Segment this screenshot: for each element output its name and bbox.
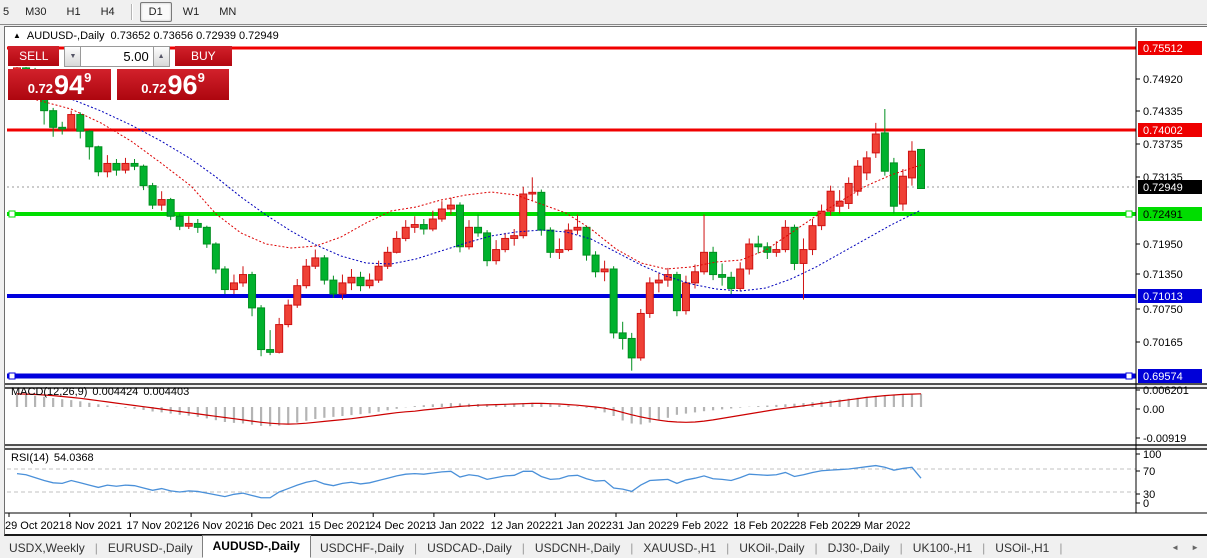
timeframe-button-h1[interactable]: H1 [58, 2, 90, 22]
sell-price-big: 94 [54, 72, 84, 99]
spin-down-icon: ▼ [69, 53, 76, 60]
date-tick-label: 26 Nov 2021 [187, 520, 249, 532]
price-badge-label: 0.72949 [1143, 182, 1183, 194]
symbol-tab-ukoil-[interactable]: UKOil-,Daily [730, 539, 813, 557]
axis-tick-label: 0.006201 [1143, 385, 1189, 397]
timeframe-button-w1[interactable]: W1 [174, 2, 209, 22]
date-tick-label: 12 Jan 2022 [491, 520, 552, 532]
volume-decrease-button[interactable]: ▼ [64, 46, 81, 67]
axis-tick-label: 0.70750 [1143, 304, 1183, 316]
symbol-tab-usdx[interactable]: USDX,Weekly [0, 539, 94, 557]
buy-price-button[interactable]: 0.72 96 9 [117, 69, 229, 100]
buy-price-big: 96 [168, 72, 198, 99]
chart-ohlc-values: 0.73652 0.73656 0.72939 0.72949 [111, 30, 279, 42]
date-tick-label: 21 Jan 2022 [551, 520, 612, 532]
axis-tick-label: 0.74920 [1143, 74, 1183, 86]
collapse-panel-icon[interactable]: ▲ [13, 31, 21, 41]
buy-button[interactable]: BUY [175, 46, 232, 67]
one-click-trading-panel: SELL ▼ 5.00 ▲ BUY 0.72 94 9 0.72 96 9 [8, 46, 232, 100]
symbol-tab-usoil-[interactable]: USOil-,H1 [986, 539, 1058, 557]
date-tick-label: 29 Oct 2021 [5, 520, 65, 532]
volume-input[interactable]: 5.00 [81, 46, 152, 67]
date-tick-label: 15 Dec 2021 [309, 520, 371, 532]
chart-symbol-label: AUDUSD-,Daily [27, 30, 105, 42]
macd-value-main: 0.004424 [92, 386, 138, 398]
symbol-tab-eurusd-[interactable]: EURUSD-,Daily [99, 539, 202, 557]
price-badge-label: 0.72491 [1143, 209, 1183, 221]
axis-tick-label: 70 [1143, 466, 1155, 478]
axis-tick-label: 0.71950 [1143, 239, 1183, 251]
buy-price-sup: 9 [198, 70, 205, 85]
chart-window: 0.749200.743350.737350.731350.719500.713… [4, 26, 1207, 536]
scroll-right-icon[interactable]: ► [1191, 543, 1199, 552]
candles-layer [14, 64, 925, 371]
rsi-pane [7, 466, 1136, 498]
symbol-tab-usdcnh-[interactable]: USDCNH-,Daily [526, 539, 629, 557]
macd-pane [17, 394, 921, 426]
axis-tick-label: 0 [1143, 498, 1149, 510]
sell-button[interactable]: SELL [8, 46, 59, 67]
rsi-indicator-label: RSI(14) 54.0368 [11, 452, 94, 464]
timeframe-button-h4[interactable]: H4 [92, 2, 124, 22]
date-tick-label: 17 Nov 2021 [126, 520, 188, 532]
trading-platform-window: { "toolbar": { "timeframes": [ {"label":… [0, 0, 1207, 558]
axis-tick-label: -0.00919 [1143, 433, 1186, 445]
symbol-tab-uk100-[interactable]: UK100-,H1 [904, 539, 981, 557]
axis-tick-label: 0.73735 [1143, 139, 1183, 151]
date-tick-label: 31 Jan 2022 [612, 520, 673, 532]
rsi-value: 54.0368 [54, 452, 94, 464]
date-tick-label: 3 Jan 2022 [430, 520, 484, 532]
symbol-tab-dj30-[interactable]: DJ30-,Daily [819, 539, 899, 557]
macd-indicator-label: MACD(12,26,9) 0.004424 0.004403 [11, 386, 189, 398]
symbol-tab-usdchf-[interactable]: USDCHF-,Daily [311, 539, 413, 557]
volume-increase-button[interactable]: ▲ [153, 46, 170, 67]
axis-tick-label: 0.71350 [1143, 269, 1183, 281]
axis-tick-label: 0.70165 [1143, 337, 1183, 349]
date-tick-label: 9 Feb 2022 [673, 520, 729, 532]
price-badge-label: 0.75512 [1143, 43, 1183, 55]
price-badge-label: 0.71013 [1143, 291, 1183, 303]
timeframe-button-d1[interactable]: D1 [140, 2, 172, 22]
date-tick-label: 8 Nov 2021 [66, 520, 122, 532]
sell-price-sup: 9 [84, 70, 91, 85]
spin-up-icon: ▲ [158, 53, 165, 60]
tab-scroll-controls: ◄► [1171, 543, 1207, 552]
symbol-tab-bar: USDX,Weekly|EURUSD-,DailyAUDUSD-,DailyUS… [0, 537, 1207, 558]
price-badge-label: 0.74002 [1143, 125, 1183, 137]
buy-price-base: 0.72 [141, 81, 166, 96]
axis-tick-label: 0.00 [1143, 404, 1164, 416]
date-tick-label: 6 Dec 2021 [248, 520, 304, 532]
sell-price-base: 0.72 [28, 81, 53, 96]
timeframe-button-mn[interactable]: MN [210, 2, 245, 22]
date-tick-label: 18 Feb 2022 [733, 520, 795, 532]
tab-separator: | [1058, 541, 1063, 555]
rsi-name: RSI(14) [11, 452, 49, 464]
date-tick-label: 9 Mar 2022 [855, 520, 911, 532]
axis-tick-label: 0.74335 [1143, 106, 1183, 118]
macd-name: MACD(12,26,9) [11, 386, 87, 398]
toolbar-separator [131, 4, 133, 20]
symbol-tab-xauusd-[interactable]: XAUUSD-,H1 [634, 539, 725, 557]
date-axis: 29 Oct 20218 Nov 2021 17 Nov 202126 Nov 2… [5, 513, 910, 532]
date-tick-label: 24 Dec 2021 [369, 520, 431, 532]
timeframe-toolbar: 5M30H1H4 D1W1MN [0, 0, 1207, 25]
macd-value-signal: 0.004403 [143, 386, 189, 398]
date-tick-label: 28 Feb 2022 [794, 520, 856, 532]
symbol-tab-usdcad-[interactable]: USDCAD-,Daily [418, 539, 521, 557]
chart-canvas: 0.749200.743350.737350.731350.719500.713… [5, 27, 1207, 537]
symbol-tab-audusd-[interactable]: AUDUSD-,Daily [202, 535, 311, 558]
scroll-left-icon[interactable]: ◄ [1171, 543, 1179, 552]
chart-title: ▲ AUDUSD-,Daily 0.73652 0.73656 0.72939 … [13, 30, 279, 42]
price-badge-label: 0.69574 [1143, 371, 1183, 383]
sell-price-button[interactable]: 0.72 94 9 [8, 69, 111, 100]
axis-tick-label: 100 [1143, 449, 1161, 461]
timeframe-button-5[interactable]: 5 [0, 2, 14, 22]
timeframe-button-m30[interactable]: M30 [16, 2, 55, 22]
